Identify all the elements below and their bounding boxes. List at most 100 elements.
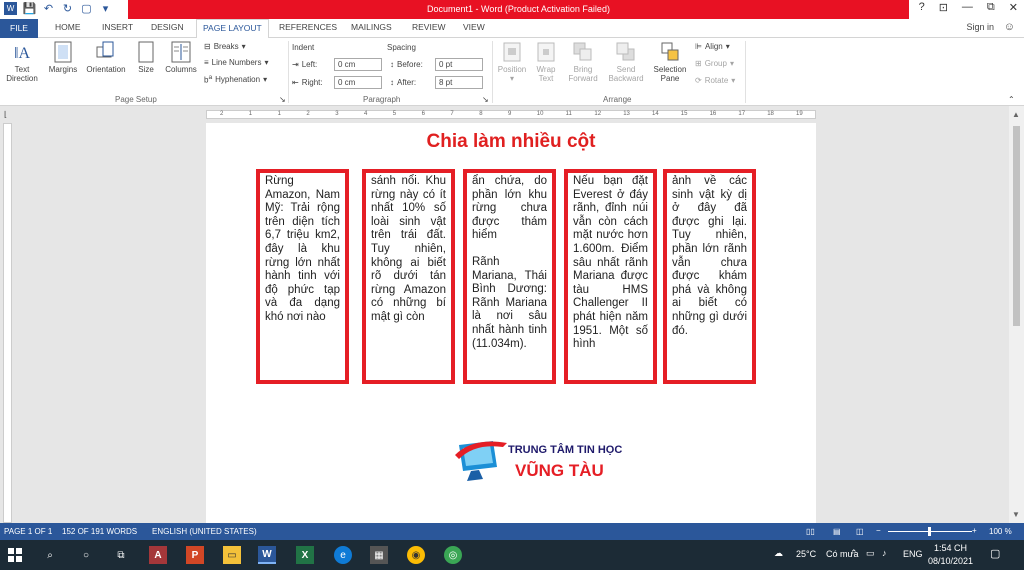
show-hidden-icons[interactable]: ⌃ (850, 548, 858, 559)
zoom-level[interactable]: 100 % (989, 527, 1012, 536)
file-explorer-icon[interactable]: ▭ (223, 546, 241, 564)
tab-mailings[interactable]: MAILINGS (351, 22, 392, 32)
help-button[interactable]: ? (919, 1, 925, 14)
weather-icon[interactable]: ☁ (774, 548, 783, 559)
clock-date[interactable]: 08/10/2021 (928, 556, 973, 566)
wrap-text-button[interactable]: Wrap Text (530, 41, 562, 83)
indent-right-icon: ⇤ (292, 78, 299, 87)
document-heading[interactable]: Chia làm nhiều cột (206, 131, 816, 153)
horizontal-ruler[interactable]: ⌊ 2 1 1 2 3 4 5 6 7 8 9 10 11 12 13 14 15 16 17 18 19 (0, 106, 1024, 123)
document-page[interactable]: Chia làm nhiều cột Rừng Amazon, Nam Mỹ: … (206, 123, 816, 523)
indent-right-input[interactable]: 0 cm (334, 76, 382, 89)
scroll-up-icon[interactable]: ▲ (1012, 110, 1020, 119)
tab-references[interactable]: REFERENCES (279, 22, 337, 32)
group-icon: ⊞ (695, 59, 702, 68)
web-layout-icon[interactable]: ◫ (856, 527, 864, 536)
input-language[interactable]: ENG (903, 549, 923, 559)
columns-button[interactable]: Columns (162, 41, 200, 74)
close-button[interactable]: ✕ (1009, 1, 1018, 14)
bring-forward-button[interactable]: Bring Forward (562, 41, 604, 83)
word-taskbar-icon[interactable]: W (258, 546, 276, 564)
column-paragraph[interactable]: Rừng Amazon, Nam Mỹ: Trải rộng trên diện… (265, 175, 340, 325)
margins-button[interactable]: Margins (46, 41, 80, 74)
text-direction-button[interactable]: ‖A Text Direction (2, 41, 42, 83)
task-view-icon[interactable]: ⧉ (112, 546, 130, 564)
text-column-1[interactable]: Rừng Amazon, Nam Mỹ: Trải rộng trên diện… (256, 169, 349, 384)
page-count[interactable]: PAGE 1 OF 1 (4, 527, 52, 536)
breaks-button[interactable]: ⊟ Breaks ▾ (204, 42, 246, 51)
excel-icon[interactable]: X (296, 546, 314, 564)
tab-design[interactable]: DESIGN (151, 22, 184, 32)
spacing-after-input[interactable]: 8 pt (435, 76, 483, 89)
ribbon-display-button[interactable]: ⊡ (939, 1, 948, 14)
search-icon[interactable]: ⌕ (41, 546, 59, 564)
undo-icon[interactable]: ↶ (42, 2, 55, 15)
customize-qat-icon[interactable]: ▾ (99, 2, 112, 15)
tab-home[interactable]: HOME (55, 22, 81, 32)
selection-pane-button[interactable]: Selection Pane (650, 41, 690, 83)
paragraph-launcher-icon[interactable]: ↘ (482, 95, 489, 104)
feedback-smiley-icon[interactable]: ☺ (1004, 21, 1015, 33)
edge-icon[interactable]: e (334, 546, 352, 564)
word-count[interactable]: 152 OF 191 WORDS (62, 527, 137, 536)
tab-insert[interactable]: INSERT (102, 22, 133, 32)
size-button[interactable]: Size (132, 41, 160, 74)
read-mode-icon[interactable]: ▯▯ (806, 527, 815, 536)
send-backward-icon (616, 42, 635, 61)
tab-review[interactable]: REVIEW (412, 22, 446, 32)
cortana-icon[interactable]: ○ (77, 546, 95, 564)
tab-file[interactable]: FILE (0, 19, 38, 38)
calculator-icon[interactable]: ▦ (370, 546, 388, 564)
app-icon[interactable]: ◎ (444, 546, 462, 564)
vertical-scrollbar[interactable]: ▲ ▼ (1009, 106, 1024, 523)
zoom-in-button[interactable]: + (972, 526, 977, 535)
print-layout-icon[interactable]: ▤ (833, 527, 841, 536)
zoom-slider-thumb[interactable] (928, 527, 931, 536)
send-backward-button[interactable]: Send Backward (604, 41, 648, 83)
tab-view[interactable]: VIEW (463, 22, 485, 32)
scrollbar-thumb[interactable] (1013, 126, 1020, 326)
access-icon[interactable]: A (149, 546, 167, 564)
column-paragraph[interactable]: Nếu bạn đặt Everest ở đáy rãnh, đỉnh núi… (573, 175, 648, 352)
new-document-icon[interactable]: ▢ (80, 2, 93, 15)
text-column-5[interactable]: ảnh về các sinh vật kỳ dị ở đây đã được … (663, 169, 756, 384)
vertical-ruler[interactable] (0, 123, 15, 523)
orientation-button[interactable]: Orientation (82, 41, 130, 74)
column-paragraph[interactable]: sánh nổi. Khu rừng này có ít nhất 10% số… (371, 175, 446, 325)
language-indicator[interactable]: ENGLISH (UNITED STATES) (152, 527, 257, 536)
column-paragraph[interactable]: ẩn chứa, do phần lớn khu rừng chưa được … (472, 175, 547, 243)
rotate-button[interactable]: ⟳ Rotate ▾ (695, 76, 735, 85)
column-paragraph[interactable]: ảnh về các sinh vật kỳ dị ở đây đã được … (672, 175, 747, 338)
notifications-icon[interactable]: ▢ (990, 547, 1000, 560)
text-column-3[interactable]: ẩn chứa, do phần lớn khu rừng chưa được … (463, 169, 556, 384)
group-button[interactable]: ⊞ Group ▾ (695, 59, 734, 68)
redo-icon[interactable]: ↻ (61, 2, 74, 15)
position-button[interactable]: Position ▾ (494, 41, 530, 83)
spacing-before-input[interactable]: 0 pt (435, 58, 483, 71)
save-icon[interactable]: 💾 (23, 2, 37, 15)
weather-temp[interactable]: 25°C (796, 549, 816, 559)
tab-selector-icon[interactable]: ⌊ (4, 110, 7, 119)
collapse-ribbon-icon[interactable]: ⌃ (1008, 95, 1015, 104)
sign-in-link[interactable]: Sign in (966, 22, 994, 32)
restore-button[interactable]: ⧉ (987, 1, 995, 14)
hyphenation-button[interactable]: ba Hyphenation ▾ (204, 74, 267, 85)
align-button[interactable]: ⊫ Align ▾ (695, 42, 730, 51)
network-icon[interactable]: ▭ (866, 548, 875, 559)
page-setup-launcher-icon[interactable]: ↘ (279, 95, 286, 104)
text-column-2[interactable]: sánh nổi. Khu rừng này có ít nhất 10% số… (362, 169, 455, 384)
indent-left-input[interactable]: 0 cm (334, 58, 382, 71)
minimize-button[interactable]: — (962, 1, 973, 14)
powerpoint-icon[interactable]: P (186, 546, 204, 564)
tab-page-layout[interactable]: PAGE LAYOUT (196, 19, 269, 39)
column-paragraph[interactable]: Rãnh Mariana, Thái Bình Dương: Rãnh Mari… (472, 256, 547, 351)
chrome-icon[interactable]: ◉ (407, 546, 425, 564)
zoom-out-button[interactable]: − (876, 526, 881, 535)
text-column-4[interactable]: Nếu bạn đặt Everest ở đáy rãnh, đỉnh núi… (564, 169, 657, 384)
ruler-number: 2 (220, 111, 224, 117)
clock-time[interactable]: 1:54 CH (934, 543, 967, 553)
start-icon[interactable] (6, 546, 24, 564)
line-numbers-button[interactable]: ≡ Line Numbers ▾ (204, 58, 269, 67)
speaker-icon[interactable]: ♪ (882, 548, 887, 558)
scroll-down-icon[interactable]: ▼ (1012, 510, 1020, 519)
